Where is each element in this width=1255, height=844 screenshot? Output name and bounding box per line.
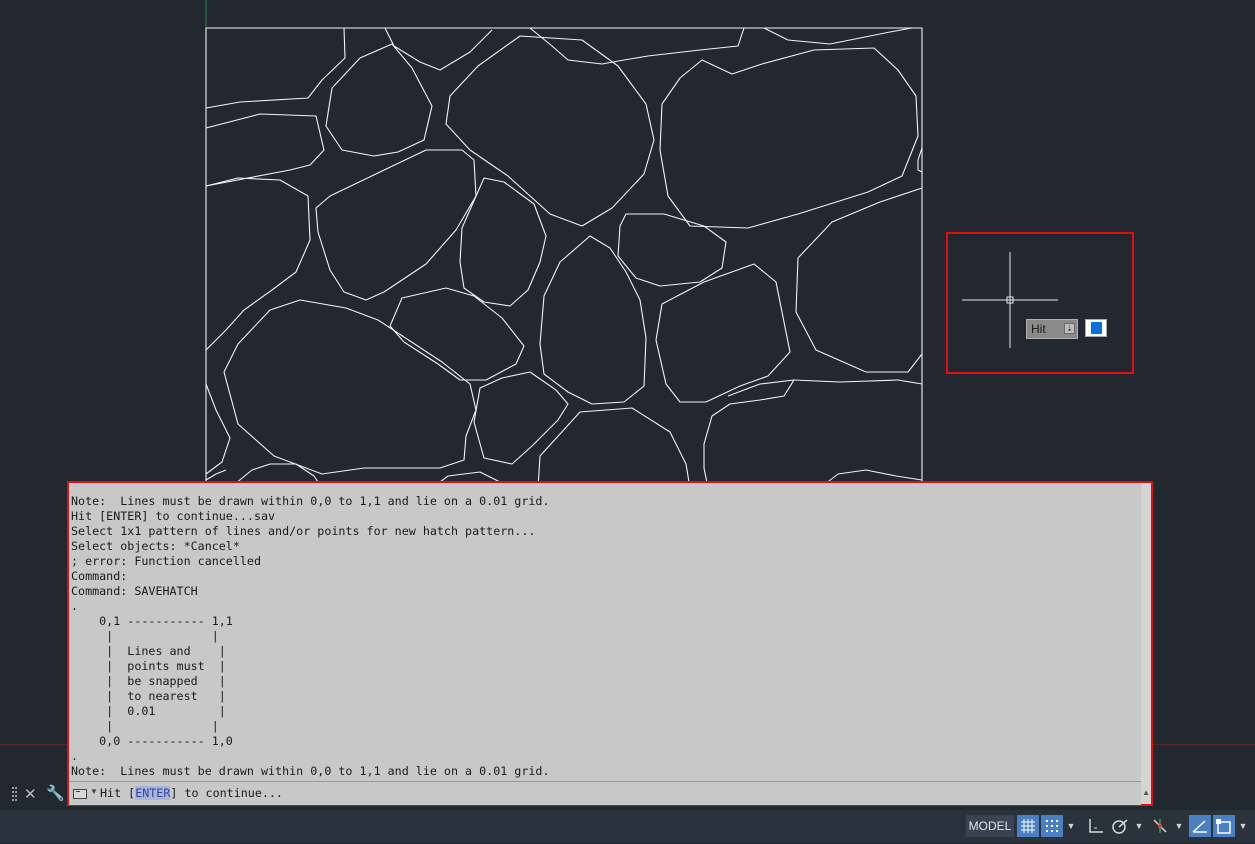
osnap-dropdown-icon[interactable]: ▼ bbox=[1173, 815, 1185, 837]
command-history-line: | Lines and | bbox=[71, 644, 226, 658]
stone-outline bbox=[459, 177, 547, 307]
stone-outline bbox=[659, 47, 919, 229]
select-icon[interactable] bbox=[1213, 815, 1235, 837]
lineweight-icon[interactable] bbox=[1189, 815, 1211, 837]
command-history-line: Command: bbox=[71, 569, 128, 583]
stone-outline bbox=[205, 27, 346, 109]
stone-outline bbox=[793, 379, 923, 385]
dynamic-input-dropdown-icon[interactable]: ⇣ bbox=[1064, 323, 1075, 334]
polar-icon[interactable] bbox=[1109, 815, 1131, 837]
scroll-up-icon[interactable]: ▲ bbox=[1142, 788, 1150, 797]
status-bar: MODEL ▼ ▼ ▼ ▼ bbox=[0, 810, 1255, 843]
stone-outline bbox=[917, 147, 923, 173]
cursor-highlight-frame: Hit ⇣ bbox=[946, 232, 1134, 374]
snap-dropdown-icon[interactable]: ▼ bbox=[1065, 815, 1077, 837]
stone-outline bbox=[445, 35, 655, 227]
stone-outline bbox=[315, 149, 477, 301]
command-history-line: Command: SAVEHATCH bbox=[71, 584, 198, 598]
stone-outline bbox=[223, 299, 477, 475]
grip-handle-icon[interactable] bbox=[12, 786, 18, 804]
command-history-line: | points must | bbox=[71, 659, 226, 673]
color-swatch[interactable] bbox=[1085, 319, 1107, 337]
command-history-scrollbar[interactable]: ▲ bbox=[1141, 483, 1151, 804]
close-icon[interactable]: ✕ bbox=[24, 785, 37, 803]
command-history-line: Hit [ENTER] to continue...sav bbox=[71, 509, 276, 523]
prompt-after: ] to continue... bbox=[170, 786, 283, 800]
command-history-line: . bbox=[71, 599, 79, 613]
wrench-icon[interactable]: 🔧 bbox=[46, 784, 65, 802]
command-prompt-icon[interactable] bbox=[73, 789, 87, 799]
command-history-line: Select objects: *Cancel* bbox=[71, 539, 240, 553]
stone-outline bbox=[205, 177, 311, 351]
command-prompt-text[interactable]: Hit [ENTER] to continue... bbox=[100, 786, 283, 800]
command-history-line: . bbox=[71, 749, 79, 763]
recent-commands-dropdown-icon[interactable]: ▼ bbox=[90, 787, 98, 796]
command-input-row[interactable]: ▼ Hit [ENTER] to continue... bbox=[69, 781, 1141, 805]
stone-outline bbox=[473, 371, 569, 465]
prompt-before: Hit [ bbox=[100, 786, 136, 800]
command-history-line: Note: Lines must be drawn within 0,0 to … bbox=[71, 764, 550, 778]
grid-icon[interactable] bbox=[1017, 815, 1039, 837]
command-history-line: | 0.01 | bbox=[71, 704, 226, 718]
color-swatch-fill bbox=[1091, 322, 1102, 334]
prompt-enter-option[interactable]: ENTER bbox=[135, 786, 171, 800]
command-history-line: | | bbox=[71, 629, 219, 643]
dynamic-input-field[interactable]: Hit ⇣ bbox=[1026, 319, 1078, 339]
stone-outline bbox=[205, 383, 231, 475]
snap-icon[interactable] bbox=[1041, 815, 1063, 837]
stone-outline bbox=[763, 27, 913, 45]
model-space-button[interactable]: MODEL bbox=[966, 815, 1014, 837]
command-line-tools: ✕ 🔧 bbox=[12, 784, 67, 804]
command-history-line: | to nearest | bbox=[71, 689, 226, 703]
dynamic-input-value: Hit bbox=[1031, 322, 1046, 336]
command-history-line: 0,1 ----------- 1,1 bbox=[71, 614, 233, 628]
command-history-line: | | bbox=[71, 719, 219, 733]
command-line-panel: Note: Lines must be drawn within 0,0 to … bbox=[67, 481, 1153, 806]
stone-outline bbox=[537, 407, 691, 489]
osnap-icon[interactable] bbox=[1149, 815, 1171, 837]
stone-outline bbox=[617, 213, 727, 287]
stone-outline bbox=[795, 187, 923, 373]
command-history-line: ; error: Function cancelled bbox=[71, 554, 261, 568]
stone-outline bbox=[205, 113, 325, 187]
ortho-icon[interactable] bbox=[1085, 815, 1107, 837]
stone-outline bbox=[384, 27, 493, 71]
stone-outline bbox=[389, 287, 525, 381]
polar-dropdown-icon[interactable]: ▼ bbox=[1133, 815, 1145, 837]
command-history-line: | be snapped | bbox=[71, 674, 226, 688]
command-history-line: 0,0 ----------- 1,0 bbox=[71, 734, 233, 748]
stone-outline bbox=[529, 27, 745, 65]
stone-outline bbox=[539, 235, 647, 405]
command-history: Note: Lines must be drawn within 0,0 to … bbox=[71, 494, 1141, 780]
crosshair-cursor-icon bbox=[962, 252, 1058, 348]
command-history-line: Select 1x1 pattern of lines and/or point… bbox=[71, 524, 536, 538]
command-history-line: Note: Lines must be drawn within 0,0 to … bbox=[71, 494, 550, 508]
select-dropdown-icon[interactable]: ▼ bbox=[1237, 815, 1249, 837]
